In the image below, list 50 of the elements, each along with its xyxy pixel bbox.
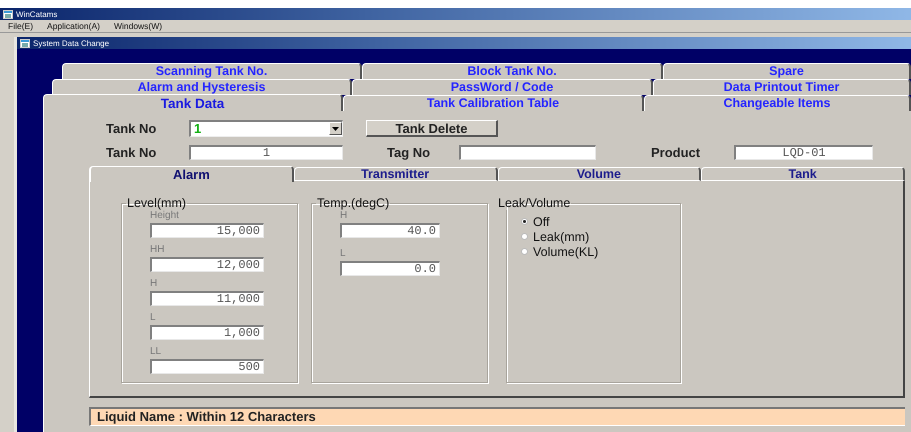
radio-label: Off [533,214,550,228]
input-field[interactable] [459,145,596,160]
field-label: Tank No [106,120,158,136]
menu-item[interactable]: Windows(W) [114,21,162,31]
field-label: H [340,210,348,223]
window-title: System Data Change [33,38,110,48]
field-label: Tag No [387,145,432,160]
delete-button[interactable]: Tank Delete [366,120,498,136]
tab[interactable]: Tank Data [43,94,343,111]
field-label: Product [651,145,702,160]
menu-item[interactable]: File(E) [8,21,34,31]
input-field[interactable]: 40.0 [340,223,440,238]
dropdown-value: 1 [193,121,202,136]
field-label: LL [150,346,162,359]
input-field[interactable]: 1 [189,145,343,160]
tab[interactable]: Alarm and Hysteresis [52,79,352,95]
status-bar: Liquid Name : Within 12 Characters [89,407,905,426]
group-title: Leak/Volume [497,196,572,210]
field-label: HH [150,244,166,257]
field-label: L [340,248,347,261]
input-field[interactable]: 11,000 [150,291,264,306]
field-label: H [150,278,158,291]
radio-button[interactable] [521,248,528,255]
radio-label: Volume(KL) [533,244,598,258]
tab[interactable]: Transmitter [294,167,498,181]
window-icon [20,38,30,48]
input-field[interactable]: 0.0 [340,261,440,276]
input-field[interactable]: 12,000 [150,257,264,272]
field-label: L [150,312,157,325]
tab[interactable]: Tank Calibration Table [343,95,644,111]
field-label: Tank No [106,145,158,160]
tab[interactable]: Scanning Tank No. [62,63,362,79]
tab[interactable]: Block Tank No. [362,63,663,79]
radio-button[interactable] [521,218,528,225]
input-field[interactable]: 15,000 [150,223,264,238]
input-field[interactable]: LQD-01 [734,145,873,160]
radio-button[interactable] [521,233,528,240]
tab[interactable]: Alarm [89,166,294,182]
input-field[interactable]: 500 [150,359,264,374]
tab[interactable]: Volume [498,167,702,181]
group-title: Level(mm) [126,196,188,210]
field-label: Height [150,210,180,223]
tab[interactable]: Tank [701,167,905,181]
group-title: Temp.(degC) [316,196,390,210]
menu-item[interactable]: Application(A) [47,21,100,31]
window-title: WinCatams [16,10,58,18]
input-field[interactable]: 1,000 [150,325,264,340]
dropdown-arrow-icon[interactable] [332,126,339,130]
radio-label: Leak(mm) [533,230,590,244]
tab[interactable]: PassWord / Code [352,79,653,95]
